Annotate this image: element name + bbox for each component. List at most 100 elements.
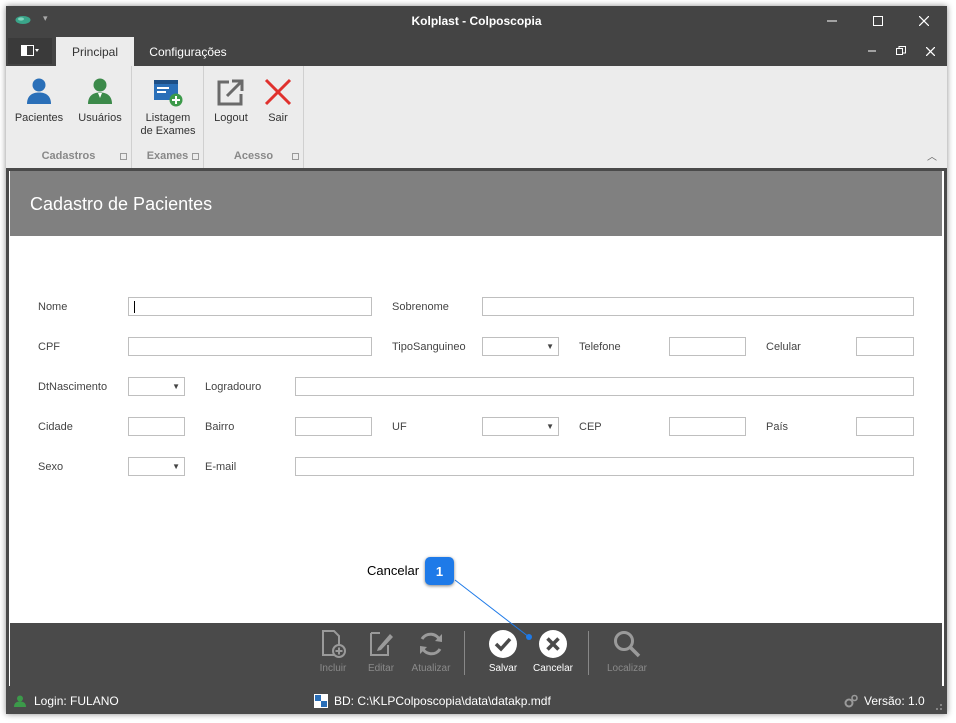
add-document-icon — [322, 630, 346, 658]
app-menu-button[interactable] — [8, 38, 52, 64]
tipo-sanguineo-select[interactable]: ▼ — [482, 337, 559, 356]
label-sobrenome: Sobrenome — [392, 301, 449, 313]
dropdown-arrow-icon: ▼ — [546, 422, 554, 431]
close-window-button[interactable] — [901, 6, 947, 36]
cancelar-label: Cancelar — [532, 663, 574, 674]
atualizar-label: Atualizar — [411, 663, 451, 674]
app-menu-icon — [21, 45, 39, 56]
uf-select[interactable]: ▼ — [482, 417, 559, 436]
database-icon — [314, 694, 328, 708]
telefone-input[interactable] — [669, 337, 746, 356]
localizar-label: Localizar — [606, 663, 648, 674]
label-nome: Nome — [38, 301, 68, 313]
user-green-icon — [14, 695, 26, 707]
ribbon-tab-row: Principal Configurações — [6, 36, 947, 66]
pais-input[interactable] — [856, 417, 914, 436]
edit-document-icon — [370, 632, 393, 656]
label-cidade: Cidade — [38, 421, 73, 433]
usuarios-label: Usuários — [78, 112, 122, 124]
ribbon-collapse-icon[interactable]: ︿ — [927, 148, 937, 163]
label-cep: CEP — [579, 421, 602, 433]
localizar-button[interactable]: Localizar — [602, 629, 652, 674]
minimize-icon — [868, 50, 876, 52]
pacientes-button[interactable]: Pacientes — [10, 70, 68, 125]
dt-nascimento-select[interactable]: ▼ — [128, 377, 185, 396]
maximize-icon — [873, 16, 883, 26]
incluir-button[interactable]: Incluir — [308, 629, 358, 674]
email-input[interactable] — [295, 457, 914, 476]
cidade-input[interactable] — [128, 417, 185, 436]
logout-label: Logout — [214, 112, 248, 124]
cancelar-button[interactable]: Cancelar — [528, 629, 578, 674]
gears-icon — [844, 694, 858, 708]
exit-x-icon — [264, 78, 292, 106]
patient-user-icon — [27, 78, 51, 104]
login-text: Login: FULANO — [34, 694, 119, 708]
mdi-restore-button[interactable] — [891, 43, 911, 59]
editar-label: Editar — [367, 663, 395, 674]
label-sexo: Sexo — [38, 461, 64, 473]
tab-configuracoes[interactable]: Configurações — [140, 37, 236, 66]
label-email: E-mail — [205, 461, 237, 473]
refresh-icon — [420, 632, 442, 656]
form-title: Cadastro de Pacientes — [30, 194, 213, 214]
logout-button[interactable]: Logout — [208, 70, 254, 125]
restore-icon — [896, 46, 906, 55]
close-icon — [925, 46, 935, 56]
label-dt-nascimento: DtNascimento — [38, 381, 108, 393]
label-uf: UF — [392, 421, 407, 433]
toolbar-separator — [588, 631, 589, 675]
sair-button[interactable]: Sair — [256, 70, 300, 125]
exames-launcher-icon[interactable] — [192, 153, 199, 160]
status-database: BD: C:\KLPColposcopia\data\datakp.mdf — [314, 694, 551, 708]
dropdown-arrow-icon: ▼ — [546, 342, 554, 351]
toolbar-separator — [464, 631, 465, 675]
exam-list-add-icon — [154, 80, 183, 107]
sexo-select[interactable]: ▼ — [128, 457, 185, 476]
listagem-label: Listagem de Exames — [140, 112, 196, 137]
maximize-button[interactable] — [855, 6, 901, 36]
mdi-close-button[interactable] — [920, 43, 940, 59]
callout-label: Cancelar — [367, 563, 420, 578]
close-icon — [919, 16, 929, 26]
salvar-label: Salvar — [488, 663, 518, 674]
ribbon-group-exames: Listagem de Exames Exames — [132, 66, 204, 168]
cancel-x-icon — [539, 630, 567, 658]
save-check-icon — [489, 630, 517, 658]
atualizar-button[interactable]: Atualizar — [406, 629, 456, 674]
usuarios-button[interactable]: Usuários — [70, 70, 130, 125]
mdi-minimize-button[interactable] — [862, 43, 882, 59]
label-cpf: CPF — [38, 341, 60, 353]
pacientes-label: Pacientes — [14, 112, 64, 124]
text-caret — [134, 301, 135, 313]
minimize-button[interactable] — [809, 6, 855, 36]
user-green-icon — [88, 78, 112, 104]
celular-input[interactable] — [856, 337, 914, 356]
sobrenome-input[interactable] — [482, 297, 914, 316]
cpf-input[interactable] — [128, 337, 372, 356]
ribbon: Pacientes Usuários Cadastros Listagem de… — [6, 66, 947, 168]
ribbon-group-acesso: Logout Sair Acesso — [204, 66, 304, 168]
label-logradouro: Logradouro — [205, 381, 262, 393]
salvar-button[interactable]: Salvar — [478, 629, 528, 674]
nome-input[interactable] — [128, 297, 372, 316]
minimize-icon — [827, 20, 837, 22]
cadastros-launcher-icon[interactable] — [120, 153, 127, 160]
search-icon — [614, 631, 641, 658]
tab-principal[interactable]: Principal — [56, 37, 134, 66]
label-pais: País — [766, 421, 789, 433]
window-title: Kolplast - Colposcopia — [411, 14, 542, 28]
resize-grip-icon[interactable] — [933, 701, 943, 711]
logradouro-input[interactable] — [295, 377, 914, 396]
cep-input[interactable] — [669, 417, 746, 436]
sair-label: Sair — [268, 112, 288, 124]
listagem-exames-button[interactable]: Listagem de Exames — [136, 70, 200, 138]
form-header: Cadastro de Pacientes — [10, 171, 942, 236]
callout-number-badge: 1 — [425, 557, 454, 585]
bairro-input[interactable] — [295, 417, 372, 436]
editar-button[interactable]: Editar — [356, 629, 406, 674]
label-tipo-sanguineo: TipoSanguineo — [392, 341, 466, 353]
acesso-launcher-icon[interactable] — [292, 153, 299, 160]
status-bar: Login: FULANO BD: C:\KLPColposcopia\data… — [6, 688, 947, 714]
title-bar: ▾ Kolplast - Colposcopia — [6, 6, 947, 36]
